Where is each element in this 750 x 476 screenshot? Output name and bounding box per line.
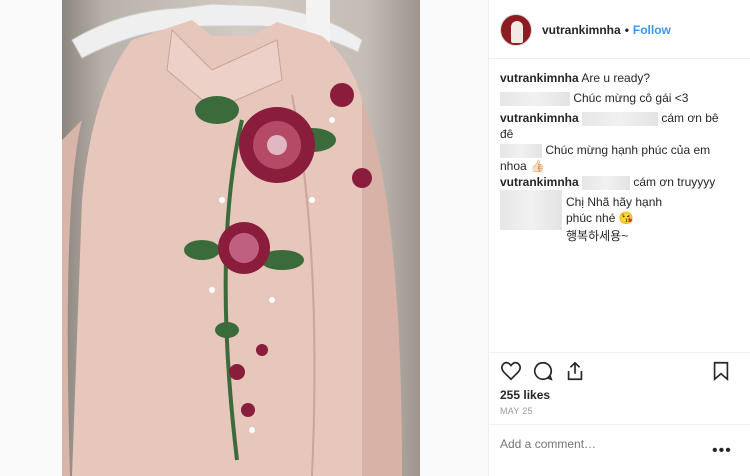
header-separator: • [624, 23, 629, 37]
left-gutter [0, 0, 62, 476]
redacted-mention [582, 175, 631, 190]
comment-username[interactable]: vutrankimnha [500, 71, 579, 85]
avatar[interactable] [500, 14, 532, 46]
header-username[interactable]: vutrankimnha [542, 23, 621, 37]
bookmark-icon[interactable] [710, 360, 732, 382]
follow-button[interactable]: Follow [633, 23, 671, 37]
comment-text: Chúc mừng cô gái <3 [573, 91, 689, 105]
center-gap [420, 0, 488, 476]
post-photo[interactable] [62, 0, 420, 476]
comment-text: Chúc mừng hạnh phúc của em [545, 143, 711, 157]
more-options-button[interactable]: ••• [712, 443, 732, 459]
comment-text-continued: đê [500, 127, 514, 141]
comment-username[interactable]: vutrankimnha [500, 111, 579, 125]
heart-icon[interactable] [500, 360, 522, 382]
comment-icon[interactable] [532, 360, 554, 382]
add-comment-input[interactable] [500, 437, 730, 451]
share-icon[interactable] [564, 360, 586, 382]
comment: vutrankimnha cám ơn bê đê [500, 110, 719, 142]
likes-count[interactable]: 255 likes [500, 388, 550, 402]
redacted-username [500, 190, 562, 230]
redacted-username [500, 143, 542, 158]
dress-sleeve-right [362, 100, 402, 476]
comment-text: cám ơn truyyyy [633, 175, 716, 189]
redacted-username [500, 91, 570, 106]
comment-text: Are u ready? [581, 71, 651, 85]
post-header: vutrankimnha • Follow [500, 14, 671, 46]
comment: Chúc mừng cô gái <3 [500, 90, 688, 106]
actions-divider [489, 352, 750, 353]
comment-username[interactable]: vutrankimnha [500, 175, 579, 189]
redacted-mention [582, 111, 659, 126]
comment: vutrankimnha cám ơn truyyyy [500, 174, 715, 190]
dress-illustration [62, 0, 402, 476]
comment-input-divider [489, 424, 750, 425]
comment: Chúc mừng hạnh phúc của em nhoa 👍🏻 [500, 142, 710, 174]
header-divider [489, 58, 750, 59]
comment-caption: vutrankimnha Are u ready? [500, 70, 650, 86]
action-bar [500, 360, 732, 384]
post-date: MAY 25 [500, 406, 533, 416]
comment-text: cám ơn bê [661, 111, 719, 125]
comment-text-continued: 행복하세용~ [566, 229, 629, 243]
comment-text-continued: nhoa 👍🏻 [500, 159, 545, 173]
comment: Chị Nhã hãy hạnh phúc nhé 😘 행복하세용~ [500, 190, 667, 244]
